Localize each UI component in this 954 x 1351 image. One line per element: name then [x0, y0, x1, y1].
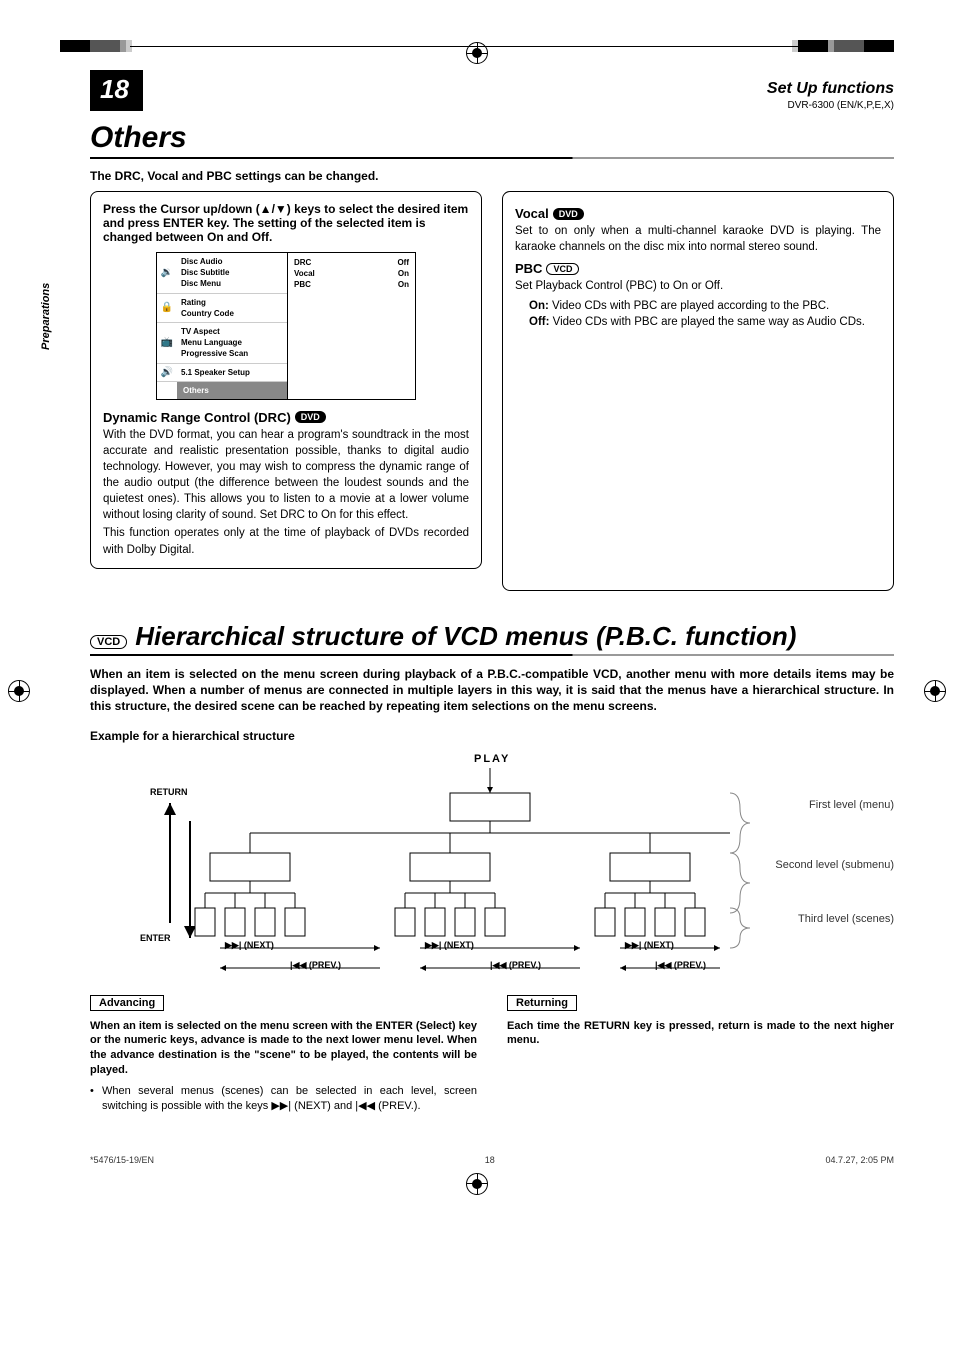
osd-item: Disc Audio	[181, 256, 283, 267]
footer-center: 18	[485, 1155, 495, 1165]
next-label: ▶▶| (NEXT)	[225, 940, 274, 951]
osd-item: Menu Language	[181, 337, 283, 348]
osd-key: PBC	[294, 280, 311, 289]
advancing-bullet: When several menus (scenes) can be selec…	[90, 1084, 477, 1115]
right-settings-box: Vocal DVD Set to on only when a multi-ch…	[502, 191, 894, 591]
osd-key: DRC	[294, 258, 311, 267]
drc-body-1: With the DVD format, you can hear a prog…	[103, 427, 469, 524]
drc-heading: Dynamic Range Control (DRC)	[103, 410, 291, 425]
osd-item: TV Aspect	[181, 326, 283, 337]
advancing-label: Advancing	[90, 995, 164, 1011]
osd-menu: 🔉 Disc AudioDisc SubtitleDisc Menu 🔒 Ratin…	[156, 252, 416, 400]
page-number-badge: 18	[90, 70, 143, 111]
level1-label: First level (menu)	[809, 799, 894, 811]
osd-item: 5.1 Speaker Setup	[181, 367, 283, 378]
pbc-off-label: Off:	[529, 316, 549, 328]
hierarchical-intro: When an item is selected on the menu scr…	[90, 666, 894, 715]
osd-key: Vocal	[294, 269, 315, 278]
osd-item-selected: Others	[177, 382, 287, 399]
vocal-heading: Vocal	[515, 206, 549, 221]
level2-label: Second level (submenu)	[775, 859, 894, 871]
hierarchical-heading: Hierarchical structure of VCD menus (P.B…	[135, 621, 796, 652]
pbc-on-label: On:	[529, 300, 549, 312]
prev-label: |◀◀ (PREV.)	[655, 960, 706, 971]
vcd-badge: VCD	[546, 263, 579, 275]
heading-underline	[90, 157, 894, 159]
speaker-icon: 🔉	[157, 265, 177, 280]
osd-item: Disc Subtitle	[181, 267, 283, 278]
pbc-off-text: Video CDs with PBC are played the same w…	[549, 316, 865, 328]
osd-item: Country Code	[181, 308, 283, 319]
footer-left: *5476/15-19/EN	[90, 1155, 154, 1165]
osd-val: Off	[397, 258, 409, 267]
prev-label: |◀◀ (PREV.)	[290, 960, 341, 971]
prev-label: |◀◀ (PREV.)	[490, 960, 541, 971]
level3-label: Third level (scenes)	[798, 913, 894, 925]
return-label: RETURN	[150, 787, 188, 797]
others-heading: Others	[90, 121, 894, 155]
osd-item: Disc Menu	[181, 278, 283, 289]
pbc-body: Set Playback Control (PBC) to On or Off.	[515, 278, 881, 294]
osd-item: Progressive Scan	[181, 348, 283, 359]
tv-icon: 📺	[157, 335, 177, 350]
left-settings-box: Press the Cursor up/down (▲/▼) keys to s…	[90, 191, 482, 569]
crop-bar-left	[60, 40, 132, 52]
osd-val: On	[398, 280, 409, 289]
vocal-body: Set to on only when a multi-channel kara…	[515, 223, 881, 255]
registration-mark-right	[924, 680, 946, 702]
example-label: Example for a hierarchical structure	[90, 729, 894, 743]
returning-text: Each time the RETURN key is pressed, ret…	[507, 1019, 894, 1049]
blank-icon	[157, 388, 177, 392]
footer-right: 04.7.27, 2:05 PM	[825, 1155, 894, 1165]
registration-mark-bottom	[466, 1173, 488, 1195]
others-intro: The DRC, Vocal and PBC settings can be c…	[90, 169, 894, 183]
dvd-badge: DVD	[553, 208, 584, 220]
dvd-badge: DVD	[295, 411, 326, 423]
pbc-on-text: Video CDs with PBC are played according …	[549, 300, 829, 312]
enter-label: ENTER	[140, 933, 171, 943]
osd-item: Rating	[181, 297, 283, 308]
cursor-instruction: Press the Cursor up/down (▲/▼) keys to s…	[103, 202, 469, 244]
advancing-text: When an item is selected on the menu scr…	[90, 1019, 477, 1078]
vcd-badge: VCD	[90, 635, 127, 649]
next-label: ▶▶| (NEXT)	[625, 940, 674, 951]
next-label: ▶▶| (NEXT)	[425, 940, 474, 951]
play-label: PLAY	[474, 753, 510, 765]
drc-body-2: This function operates only at the time …	[103, 525, 469, 557]
lock-icon: 🔒	[157, 300, 177, 315]
heading-underline	[90, 654, 894, 656]
speaker-setup-icon: 🔊	[157, 365, 177, 380]
registration-mark-left	[8, 680, 30, 702]
section-name: Set Up functions	[767, 80, 894, 98]
side-tab-preparations: Preparations	[40, 283, 52, 350]
returning-label: Returning	[507, 995, 577, 1011]
crop-line-top	[130, 46, 824, 47]
pbc-heading: PBC	[515, 261, 542, 276]
osd-val: On	[398, 269, 409, 278]
diagram-svg	[90, 753, 894, 983]
model-code: DVR-6300 (EN/K,P,E,X)	[767, 100, 894, 111]
hierarchy-diagram: PLAY First level (menu) Second level (su…	[90, 753, 894, 983]
